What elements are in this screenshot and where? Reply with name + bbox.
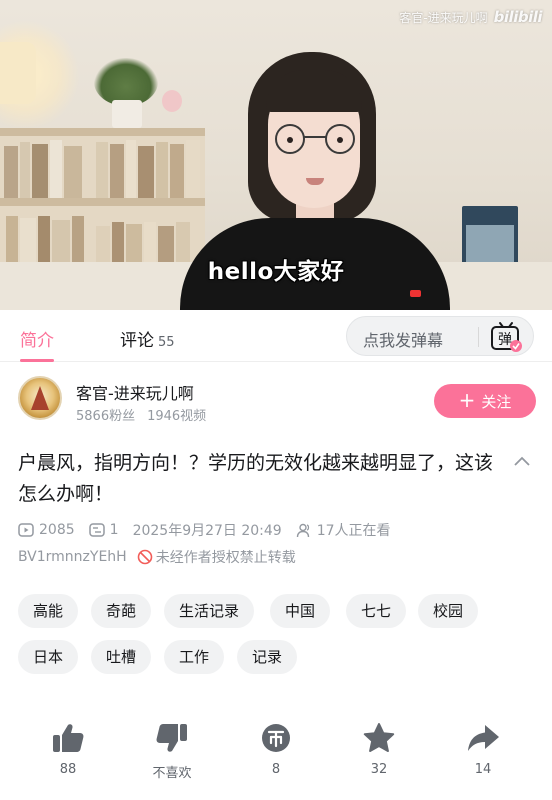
favorite-count: 32 (370, 762, 388, 777)
thumbs-up-icon (53, 724, 84, 752)
coin-count: 8 (271, 762, 281, 777)
danmaku-placeholder: 点我发弹幕 (363, 331, 444, 350)
play-count-icon (18, 523, 34, 537)
follow-label: 关注 (481, 392, 512, 411)
play-count-value: 2085 (39, 522, 75, 538)
video-meta: 2085 1 2025年9月27日 20:49 17人正在看 (18, 520, 405, 540)
tag-item[interactable]: 奇葩 (91, 594, 152, 628)
tab-comments[interactable]: 评论 55 (120, 326, 175, 351)
plant-pot (112, 100, 142, 128)
share-arrow-icon (468, 725, 499, 751)
danmaku-count-icon (88, 523, 105, 537)
tag-item[interactable]: 七七 (346, 594, 407, 628)
no-repost-text: 未经作者授权禁止转载 (155, 550, 296, 566)
danmaku-divider (478, 327, 479, 347)
tag-item[interactable]: 中国 (270, 594, 331, 628)
dislike-label: 不喜欢 (152, 766, 192, 781)
tag-item[interactable]: 记录 (237, 640, 298, 674)
tag-item[interactable]: 工作 (164, 640, 225, 674)
coin-icon (262, 724, 290, 752)
video-player[interactable]: 客官-进来玩儿啊 bilibili hello大家好 (0, 0, 552, 310)
avatar-emblem (31, 386, 49, 410)
bilibili-logo: bilibili (493, 8, 543, 26)
danmaku-count-value: 1 (109, 522, 119, 538)
danmaku-input[interactable]: 点我发弹幕 弹 (346, 316, 534, 356)
tab-intro[interactable]: 简介 (20, 326, 54, 351)
plus-icon: + (458, 388, 476, 412)
dislike-button[interactable]: 不喜欢 (132, 722, 212, 781)
uploader-videos: 1946视频 (147, 409, 207, 424)
share-count: 14 (474, 762, 492, 777)
favorite-button[interactable]: 32 (339, 722, 419, 777)
tag-item[interactable]: 吐槽 (91, 640, 152, 674)
star-icon (363, 723, 395, 752)
tag-item[interactable]: 日本 (18, 640, 79, 674)
like-button[interactable]: 88 (28, 722, 108, 777)
people-icon (296, 523, 309, 537)
share-button[interactable]: 14 (443, 722, 523, 777)
tab-comments-label: 评论 (120, 331, 154, 351)
plant (94, 58, 158, 106)
uploader-avatar[interactable] (18, 376, 62, 420)
bvid[interactable]: BV1rmnnzYEhH (18, 549, 127, 565)
watermark-text: 客官-进来玩儿啊 (399, 10, 488, 25)
watching-now: 17人正在看 (296, 520, 391, 540)
like-count: 88 (59, 762, 77, 777)
glasses (275, 124, 355, 154)
flower (162, 90, 182, 112)
tag-item[interactable]: 校园 (418, 594, 479, 628)
comments-count: 55 (158, 335, 175, 350)
tab-active-indicator (20, 359, 54, 362)
tab-bar: 简介 评论 55 点我发弹幕 弹 (0, 310, 552, 362)
shirt-logo (410, 290, 421, 297)
lamp (0, 42, 36, 104)
tag-item[interactable]: 高能 (18, 594, 79, 628)
video-meta-secondary: BV1rmnnzYEhH 未经作者授权禁止转载 (18, 547, 296, 567)
play-count: 2085 (18, 522, 75, 538)
chevron-up-icon[interactable] (513, 454, 531, 468)
thumbs-down-icon (156, 724, 187, 752)
danmaku-count: 1 (88, 522, 119, 538)
no-repost-notice: 未经作者授权禁止转载 (137, 547, 296, 567)
video-title: 户晨风，指明方向！？学历的无效化越来越明显了，这该怎么办啊！ (18, 452, 494, 505)
uploader-stats: 5866粉丝 1946视频 (76, 405, 206, 424)
watching-now-value: 17人正在看 (316, 523, 391, 539)
video-watermark: 客官-进来玩儿啊 bilibili (399, 8, 542, 26)
follow-button[interactable]: + 关注 (434, 384, 536, 418)
forbidden-icon (137, 549, 153, 565)
danmaku-toggle-icon[interactable]: 弹 (489, 321, 523, 353)
publish-date: 2025年9月27日 20:49 (132, 523, 282, 539)
video-subtitle: hello大家好 (207, 259, 345, 285)
tag-item[interactable]: 生活记录 (164, 594, 255, 628)
danmaku-icon-glyph: 弹 (498, 332, 512, 348)
uploader-fans: 5866粉丝 (76, 409, 136, 424)
coin-button[interactable]: 8 (236, 722, 316, 777)
uploader-name[interactable]: 客官-进来玩儿啊 (76, 380, 194, 404)
